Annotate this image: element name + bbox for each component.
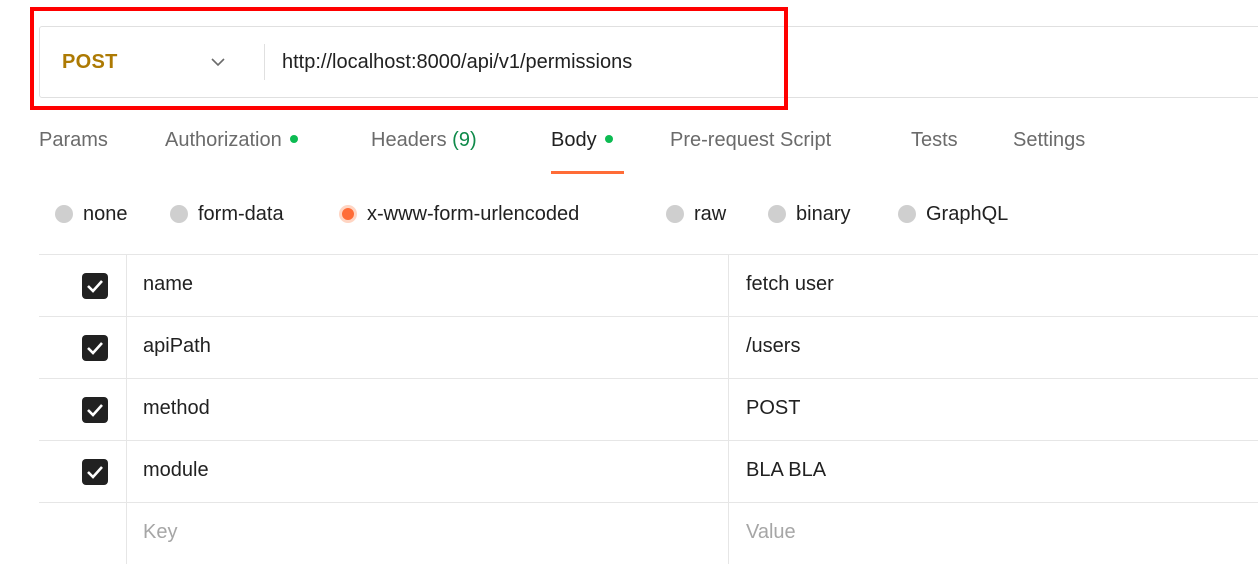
checkbox-cell	[39, 441, 127, 502]
key-text: module	[143, 459, 209, 481]
tab-label: Tests	[911, 129, 958, 151]
tab-params[interactable]: Params	[39, 129, 108, 152]
radio-label: GraphQL	[926, 202, 1009, 225]
radio-form-data[interactable]: form-data	[170, 199, 284, 229]
tab-label: Pre-request Script	[670, 129, 832, 151]
row-checkbox[interactable]	[82, 397, 108, 423]
status-dot-icon	[604, 134, 613, 143]
tab-pre-request-script[interactable]: Pre-request Script	[670, 129, 831, 152]
key-input-cell[interactable]: Key	[126, 503, 729, 564]
method-select[interactable]: POST	[40, 27, 265, 97]
radio-icon	[898, 205, 916, 223]
tab-label: Authorization	[165, 129, 282, 151]
row-checkbox[interactable]	[82, 335, 108, 361]
radio-label: form-data	[198, 202, 284, 225]
status-dot-icon	[289, 134, 298, 143]
radio-none[interactable]: none	[55, 199, 128, 229]
key-cell[interactable]: name	[126, 255, 729, 316]
checkbox-cell	[39, 503, 127, 564]
radio-label: binary	[796, 202, 851, 225]
value-text: fetch user	[746, 273, 834, 295]
table-row: module BLA BLA	[39, 440, 1258, 502]
value-text: BLA BLA	[746, 459, 827, 481]
key-text: name	[143, 273, 194, 295]
radio-label: none	[83, 202, 128, 225]
key-text: apiPath	[143, 335, 211, 357]
new-param-row: Key Value	[39, 502, 1258, 564]
table-row: name fetch user	[39, 254, 1258, 316]
key-placeholder: Key	[143, 521, 178, 543]
radio-icon	[768, 205, 786, 223]
check-icon	[87, 466, 103, 479]
radio-binary[interactable]: binary	[768, 199, 850, 229]
value-cell[interactable]: POST	[729, 379, 1258, 440]
tab-settings[interactable]: Settings	[1013, 129, 1085, 152]
value-cell[interactable]: fetch user	[729, 255, 1258, 316]
radio-icon	[55, 205, 73, 223]
radio-label: raw	[694, 202, 727, 225]
checkbox-cell	[39, 317, 127, 378]
tab-body[interactable]: Body	[551, 129, 613, 152]
tab-authorization[interactable]: Authorization	[165, 129, 298, 152]
radio-icon	[170, 205, 188, 223]
table-row: method POST	[39, 378, 1258, 440]
tab-headers[interactable]: Headers (9)	[371, 129, 477, 152]
tab-label: Params	[39, 129, 108, 151]
value-cell[interactable]: BLA BLA	[729, 441, 1258, 502]
radio-graphql[interactable]: GraphQL	[898, 199, 1008, 229]
value-text: POST	[746, 397, 801, 419]
tab-label: Body	[551, 129, 597, 151]
radio-icon	[666, 205, 684, 223]
chevron-down-icon	[211, 58, 225, 67]
radio-selected-icon	[339, 205, 357, 223]
table-row: apiPath /users	[39, 316, 1258, 378]
value-text: /users	[746, 335, 801, 357]
request-bar: POST	[39, 26, 1258, 98]
value-placeholder: Value	[746, 521, 796, 543]
checkbox-cell	[39, 255, 127, 316]
radio-label: x-www-form-urlencoded	[367, 202, 580, 225]
divider	[264, 44, 265, 80]
tab-tests[interactable]: Tests	[911, 129, 958, 152]
checkbox-cell	[39, 379, 127, 440]
key-text: method	[143, 397, 210, 419]
key-cell[interactable]: apiPath	[126, 317, 729, 378]
tab-label: Settings	[1013, 129, 1086, 151]
check-icon	[87, 342, 103, 355]
method-label: POST	[62, 51, 118, 73]
value-input-cell[interactable]: Value	[729, 503, 1258, 564]
check-icon	[87, 404, 103, 417]
tab-label: Headers	[371, 129, 447, 151]
row-checkbox[interactable]	[82, 273, 108, 299]
value-cell[interactable]: /users	[729, 317, 1258, 378]
active-tab-indicator	[551, 171, 624, 174]
row-checkbox[interactable]	[82, 459, 108, 485]
key-cell[interactable]: method	[126, 379, 729, 440]
url-input[interactable]	[282, 47, 1182, 77]
check-icon	[87, 280, 103, 293]
tab-count: (9)	[452, 129, 477, 151]
key-cell[interactable]: module	[126, 441, 729, 502]
radio-x-www-form-urlencoded[interactable]: x-www-form-urlencoded	[339, 199, 579, 229]
radio-raw[interactable]: raw	[666, 199, 726, 229]
